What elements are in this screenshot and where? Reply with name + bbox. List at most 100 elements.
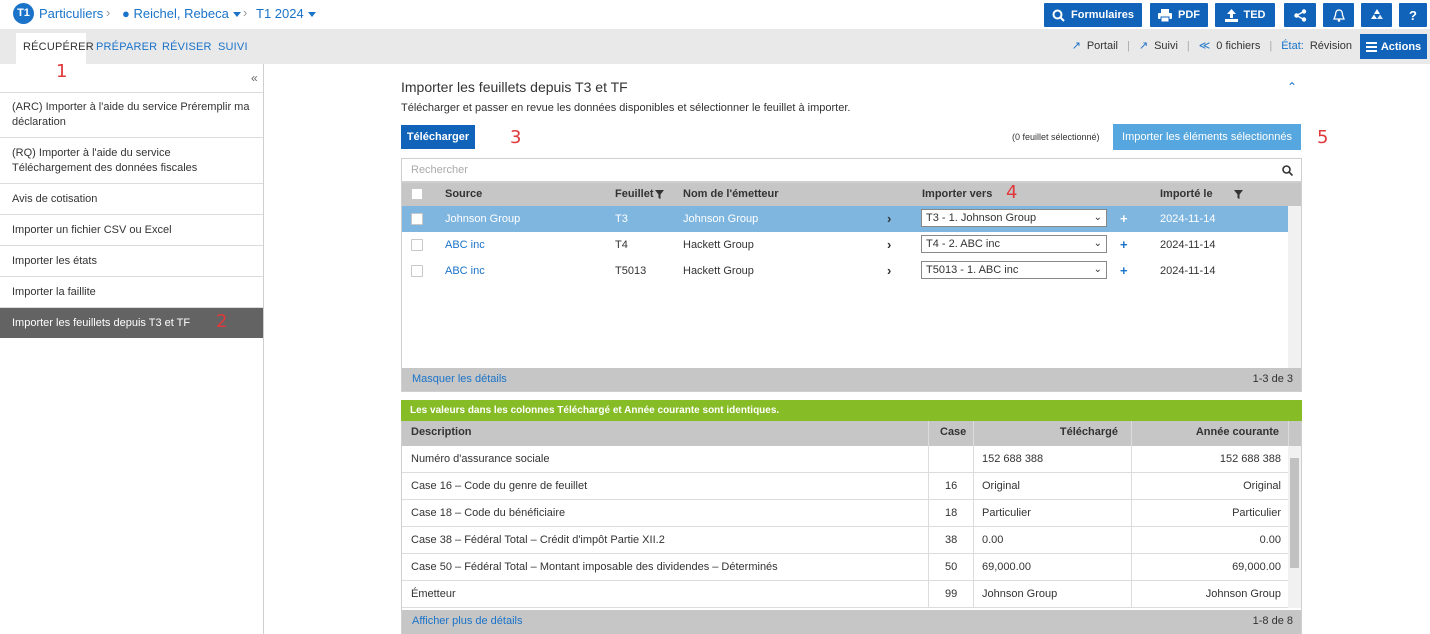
formulaires-button[interactable]: Formulaires xyxy=(1044,3,1142,27)
import-selected-button[interactable]: Importer les éléments sélectionnés xyxy=(1113,124,1301,150)
page-title: Importer les feuillets depuis T3 et TF xyxy=(401,79,628,95)
share-button[interactable] xyxy=(1284,3,1316,27)
tab-recuperer[interactable]: RÉCUPÉRER xyxy=(23,41,94,53)
details-table: Description Case Téléchargé Année couran… xyxy=(401,421,1302,634)
list-icon xyxy=(1365,41,1377,52)
sidebar-item-etats[interactable]: Importer les états xyxy=(0,245,263,276)
breadcrumb-separator: › xyxy=(106,5,111,20)
add-icon[interactable]: + xyxy=(1120,237,1128,252)
table-row[interactable]: Johnson Group T3 Johnson Group › T3 - 1.… xyxy=(402,206,1288,232)
scrollbar[interactable] xyxy=(1288,446,1301,608)
source-link[interactable]: Johnson Group xyxy=(445,213,520,225)
sidebar-item-rq-telechargement[interactable]: (RQ) Importer à l'aide du service Téléch… xyxy=(0,137,263,183)
table-row: Case 16 – Code du genre de feuillet 16 O… xyxy=(402,473,1289,500)
table-row: Émetteur 99 Johnson Group Johnson Group xyxy=(402,581,1289,608)
table-row[interactable]: ABC inc T5013 Hackett Group › T5013 - 1.… xyxy=(402,258,1288,284)
header-description: Description xyxy=(411,426,472,438)
masquer-details-link[interactable]: Masquer les détails xyxy=(412,373,507,385)
scrollbar-thumb[interactable] xyxy=(1290,458,1299,568)
add-icon[interactable]: + xyxy=(1120,211,1128,226)
source-link[interactable]: ABC inc xyxy=(445,265,485,277)
telecharge-cell: Original xyxy=(982,480,1020,492)
pdf-button[interactable]: PDF xyxy=(1150,3,1208,27)
telecharge-cell: 152 688 388 xyxy=(982,453,1044,465)
tab-preparer[interactable]: PRÉPARER xyxy=(96,41,157,53)
filter-icon[interactable] xyxy=(1234,190,1243,199)
breadcrumb-year[interactable]: T1 2024 xyxy=(256,6,316,21)
tab-reviser[interactable]: RÉVISER xyxy=(162,41,212,53)
source-link[interactable]: ABC inc xyxy=(445,239,485,251)
select-all-checkbox[interactable] xyxy=(411,188,423,200)
sidebar: 1 « (ARC) Importer à l'aide du service P… xyxy=(0,61,264,634)
sidebar-item-arc-preremplir[interactable]: (ARC) Importer à l'aide du service Prére… xyxy=(0,92,263,137)
importe-le-cell: 2024-11-14 xyxy=(1160,265,1216,277)
portail-link[interactable]: Portail xyxy=(1087,40,1118,52)
upload-icon xyxy=(1224,8,1238,22)
row-checkbox[interactable] xyxy=(411,265,423,277)
etat-value[interactable]: Révision xyxy=(1310,40,1352,52)
person-icon: ● xyxy=(122,6,130,21)
etat-label: État: xyxy=(1281,39,1304,52)
slips-table-footer: Masquer les détails 1-3 de 3 xyxy=(402,368,1301,391)
header-case: Case xyxy=(940,426,967,438)
search-icon[interactable] xyxy=(1282,165,1293,176)
chevron-right-icon[interactable]: › xyxy=(887,237,891,252)
row-checkbox[interactable] xyxy=(411,213,423,225)
description-cell: Case 38 – Fédéral Total – Crédit d'impôt… xyxy=(411,534,665,546)
breadcrumb-client[interactable]: ● Reichel, Rebeca xyxy=(122,6,241,21)
external-link-icon: ↗ xyxy=(1071,40,1081,52)
add-icon[interactable]: + xyxy=(1120,263,1128,278)
header-importe-le[interactable]: Importé le xyxy=(1160,188,1213,200)
table-row: Numéro d'assurance sociale 152 688 388 1… xyxy=(402,446,1289,473)
table-row: Case 18 – Code du bénéficiaire 18 Partic… xyxy=(402,500,1289,527)
external-link-icon: ↗ xyxy=(1138,40,1149,52)
chevron-up-icon[interactable]: ⌃ xyxy=(1287,80,1297,94)
emetteur-cell: Hackett Group xyxy=(683,239,754,251)
afficher-plus-details-link[interactable]: Afficher plus de détails xyxy=(412,615,522,627)
breadcrumb-particuliers[interactable]: Particuliers xyxy=(39,6,103,21)
filter-icon[interactable] xyxy=(655,190,664,199)
ted-button[interactable]: TED xyxy=(1215,3,1275,27)
header-annee-courante: Année courante xyxy=(1195,426,1279,438)
suivi-link[interactable]: Suivi xyxy=(1154,40,1178,52)
table-row[interactable]: ABC inc T4 Hackett Group › T4 - 2. ABC i… xyxy=(402,232,1288,258)
table-row: Case 38 – Fédéral Total – Crédit d'impôt… xyxy=(402,527,1289,554)
chevron-down-icon: ⌄ xyxy=(1093,212,1102,223)
header-emetteur[interactable]: Nom de l'émetteur xyxy=(683,188,779,200)
collapse-sidebar-icon[interactable]: « xyxy=(251,71,258,85)
sidebar-item-avis-cotisation[interactable]: Avis de cotisation xyxy=(0,183,263,214)
chevron-right-icon[interactable]: › xyxy=(887,263,891,278)
emetteur-cell: Johnson Group xyxy=(683,213,759,225)
t1-badge[interactable]: T1 xyxy=(13,3,34,24)
row-checkbox[interactable] xyxy=(411,239,423,251)
sidebar-item-faillite[interactable]: Importer la faillite xyxy=(0,276,263,307)
header-source[interactable]: Source xyxy=(445,188,482,200)
divider: | xyxy=(1127,39,1130,52)
fichiers-link[interactable]: 0 fichiers xyxy=(1216,40,1260,52)
recycle-button[interactable] xyxy=(1361,3,1392,27)
sidebar-item-csv-excel[interactable]: Importer un fichier CSV ou Excel xyxy=(0,214,263,245)
annee-courante-cell: Original xyxy=(1243,480,1281,492)
case-cell: 99 xyxy=(945,588,958,600)
notifications-button[interactable] xyxy=(1323,3,1354,27)
description-cell: Émetteur xyxy=(411,588,456,600)
step-marker-1: 1 xyxy=(56,61,68,82)
importer-vers-select[interactable]: T4 - 2. ABC inc ⌄ xyxy=(921,235,1107,253)
annee-courante-cell: Johnson Group xyxy=(1205,588,1281,600)
scrollbar[interactable] xyxy=(1288,206,1301,368)
chevron-down-icon: ⌄ xyxy=(1093,264,1102,275)
chevron-right-icon[interactable]: › xyxy=(887,211,891,226)
telecharger-button[interactable]: Télécharger xyxy=(401,125,475,149)
search-input[interactable]: Rechercher xyxy=(401,158,1302,182)
importer-vers-select[interactable]: T5013 - 1. ABC inc ⌄ xyxy=(921,261,1107,279)
chevron-down-icon: ⌄ xyxy=(1093,238,1102,249)
case-cell: 38 xyxy=(945,534,958,546)
importer-vers-select[interactable]: T3 - 1. Johnson Group ⌄ xyxy=(921,209,1107,227)
details-table-header: Description Case Téléchargé Année couran… xyxy=(402,421,1301,446)
header-feuillet[interactable]: Feuillet xyxy=(615,188,654,200)
actions-button[interactable]: Actions xyxy=(1360,34,1427,59)
header-importer-vers[interactable]: Importer vers xyxy=(922,188,992,200)
feuillet-cell: T3 xyxy=(615,213,628,225)
help-button[interactable]: ? xyxy=(1399,3,1427,27)
tab-suivi[interactable]: SUIVI xyxy=(218,41,248,53)
